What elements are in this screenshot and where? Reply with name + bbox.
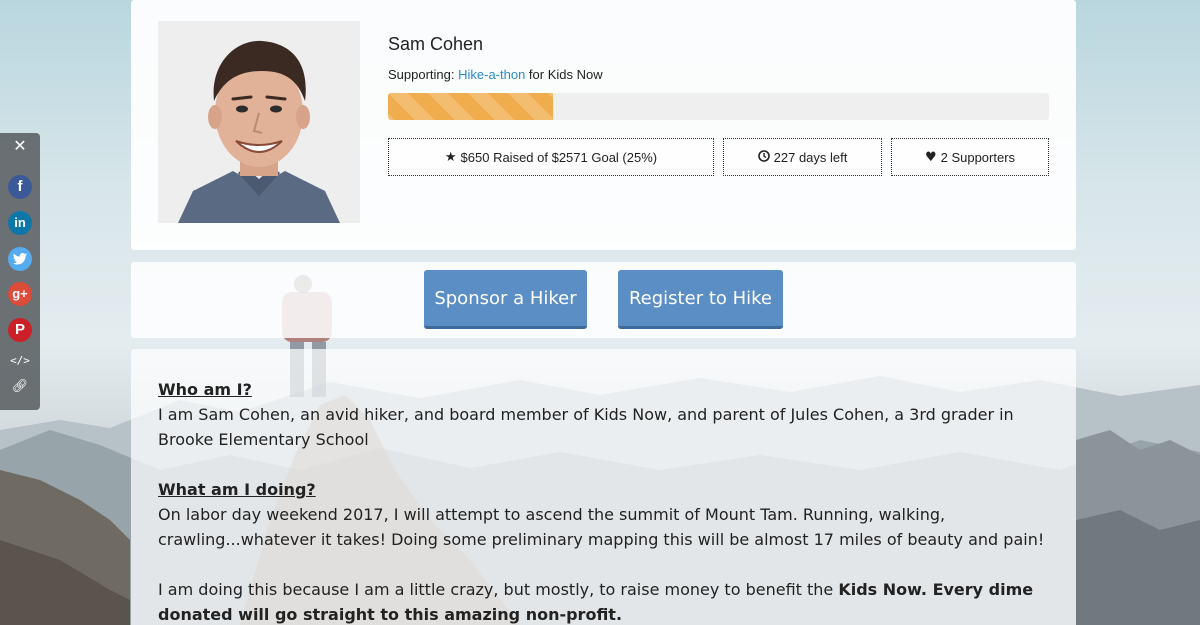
facebook-icon[interactable]: f — [8, 175, 32, 199]
what-am-i-doing-heading: What am I doing? — [158, 480, 316, 499]
link-icon[interactable]: 🔗︎ — [0, 379, 40, 394]
linkedin-icon[interactable]: in — [8, 211, 32, 235]
embed-code-icon[interactable]: </> — [0, 354, 40, 367]
raised-stat-box: ★ $650 Raised of $2571 Goal (25%) — [388, 138, 714, 176]
story-text: Who am I? I am Sam Cohen, an avid hiker,… — [158, 377, 1048, 625]
sponsor-hiker-button[interactable]: Sponsor a Hiker — [424, 270, 587, 329]
fundraiser-name: Sam Cohen — [388, 34, 484, 54]
profile-photo — [158, 21, 360, 223]
register-hike-button[interactable]: Register to Hike — [618, 270, 783, 329]
fundraiser-profile-card: Sam Cohen Supporting: Hike-a-thon for Ki… — [131, 0, 1076, 250]
heart-icon: ♥ — [924, 149, 937, 165]
fundraising-progress-bar — [388, 93, 1049, 120]
who-am-i-paragraph: I am Sam Cohen, an avid hiker, and board… — [158, 405, 1014, 449]
raised-text: $650 Raised of $2571 Goal (25%) — [460, 149, 658, 165]
social-share-bar: ✕ f in g+ P </> 🔗︎ — [0, 133, 40, 410]
story-panel: Who am I? I am Sam Cohen, an avid hiker,… — [131, 349, 1076, 625]
event-link[interactable]: Hike-a-thon — [458, 67, 525, 82]
supporters-text: 2 Supporters — [940, 149, 1016, 165]
action-buttons-panel: Sponsor a Hiker Register to Hike — [131, 262, 1076, 338]
close-icon[interactable]: ✕ — [0, 137, 40, 155]
motivation-plain: I am doing this because I am a little cr… — [158, 580, 839, 599]
motivation-paragraph: I am doing this because I am a little cr… — [158, 577, 1048, 625]
twitter-icon[interactable] — [8, 247, 32, 271]
progress-fill — [388, 93, 554, 120]
supporting-line: Supporting: Hike-a-thon for Kids Now — [388, 67, 603, 82]
what-am-i-doing-paragraph: On labor day weekend 2017, I will attemp… — [158, 505, 1045, 549]
supporting-prefix: Supporting: — [388, 67, 459, 82]
google-plus-icon[interactable]: g+ — [8, 282, 32, 306]
supporters-stat-box: ♥ 2 Supporters — [891, 138, 1049, 176]
days-left-text: 227 days left — [773, 149, 848, 165]
supporting-suffix: for Kids Now — [525, 67, 603, 82]
who-am-i-heading: Who am I? — [158, 380, 252, 399]
star-icon: ★ — [444, 149, 457, 165]
pinterest-icon[interactable]: P — [8, 318, 32, 342]
clock-icon — [757, 149, 770, 165]
days-left-stat-box: 227 days left — [723, 138, 882, 176]
